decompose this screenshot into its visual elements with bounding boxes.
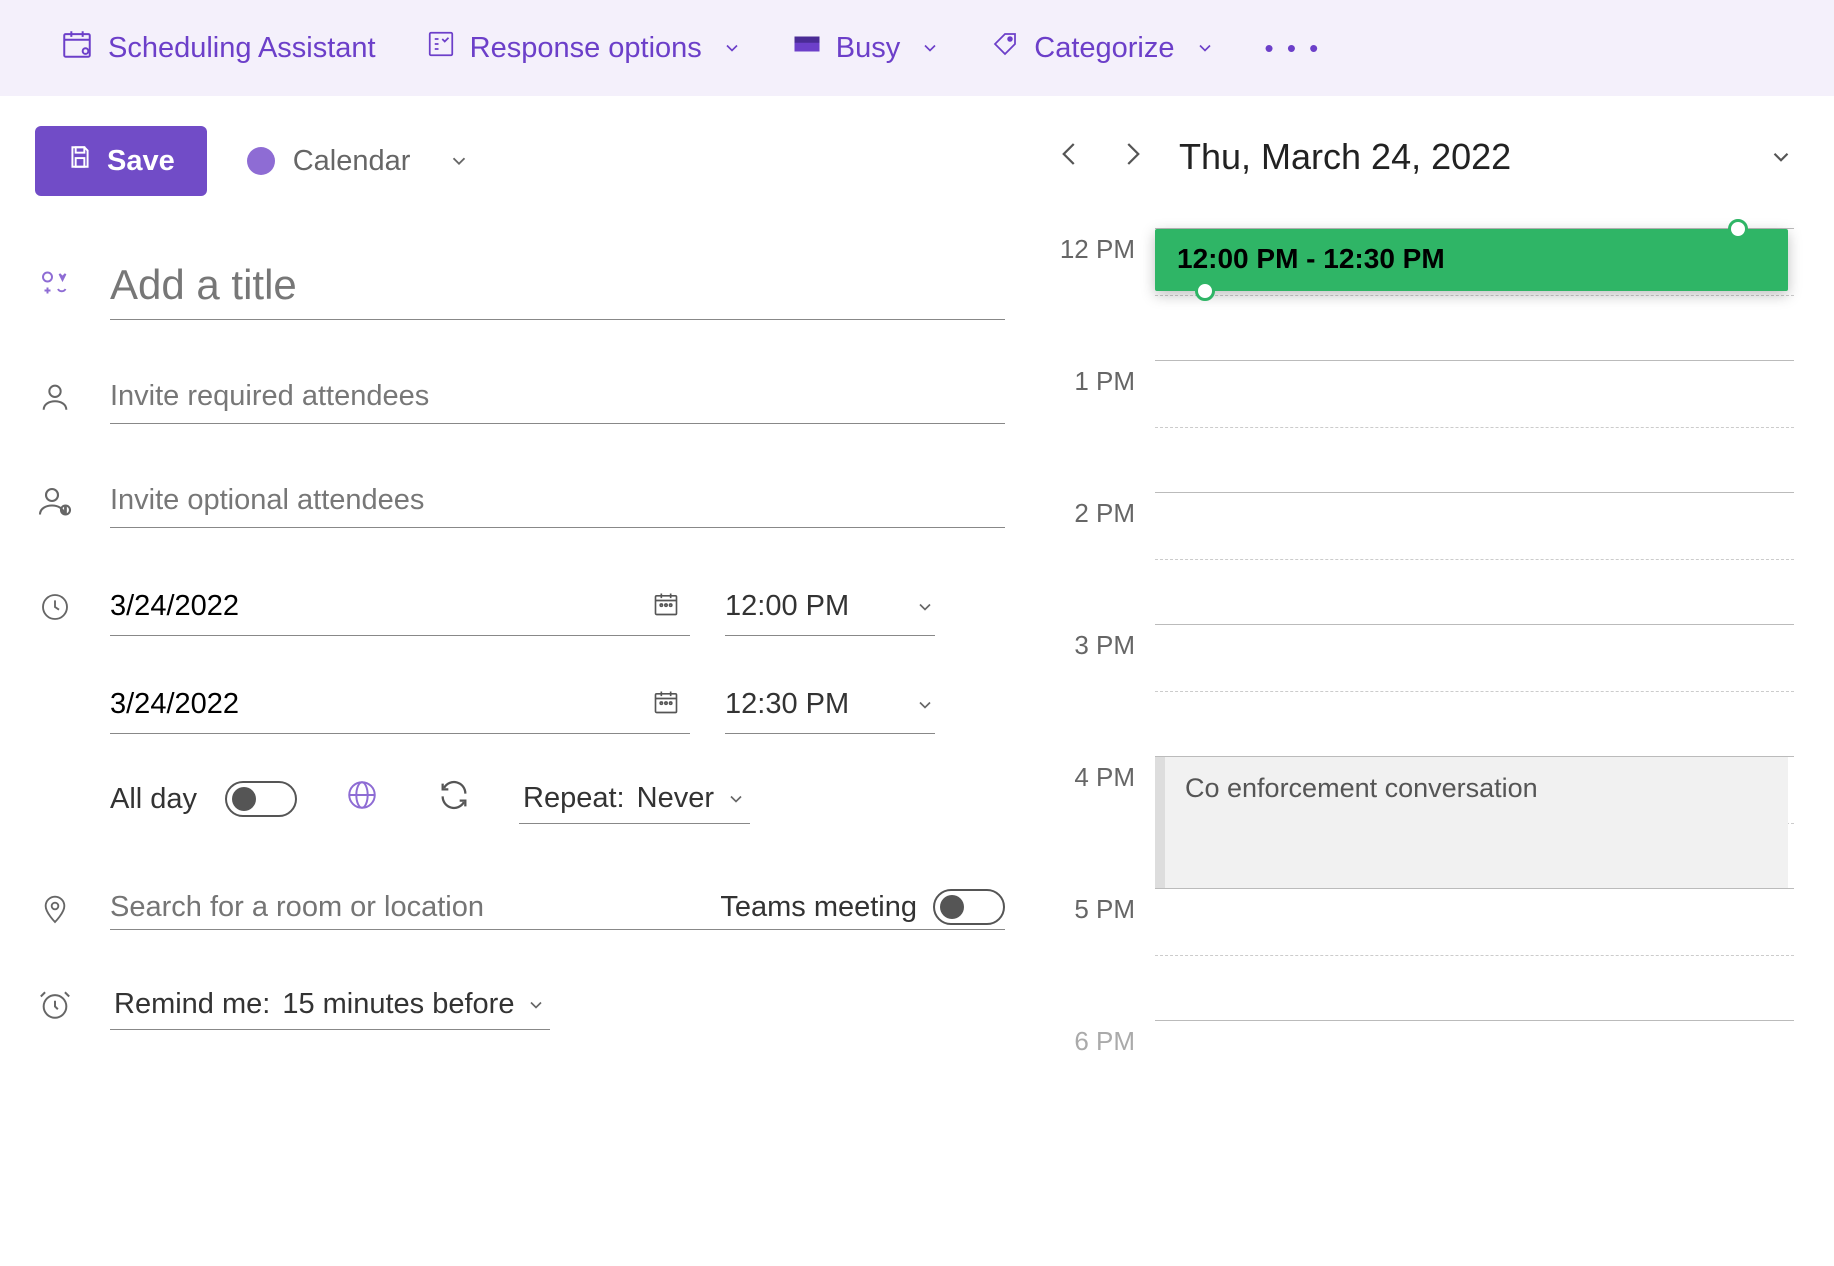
response-options-label: Response options [470,32,702,65]
repeat-value: Never [637,782,714,815]
top-toolbar: Scheduling Assistant Response options Bu… [0,0,1834,96]
location-input[interactable] [110,891,690,924]
person-optional-icon: i [35,483,75,519]
repeat-label: Repeat: [523,782,625,815]
chevron-down-icon [920,38,940,58]
location-icon [35,891,75,929]
resize-handle-bottom[interactable] [1195,281,1215,301]
time-grid[interactable]: 12 PM 12:00 PM - 12:30 PM 1 PM 2 PM [1055,228,1794,1060]
end-time-value: 12:30 PM [725,688,849,721]
all-day-label: All day [110,783,197,816]
chevron-down-icon [526,995,546,1015]
time-slot[interactable] [1155,624,1794,756]
end-date-field[interactable] [110,676,690,734]
all-day-toggle[interactable] [225,781,297,817]
emoji-icon[interactable] [35,268,75,304]
calendar-color-dot [247,147,275,175]
calendar-picker-icon[interactable] [652,590,680,623]
start-time-field[interactable]: 12:00 PM [725,578,935,636]
hour-label: 5 PM [1055,888,1155,1020]
teams-meeting-label: Teams meeting [720,891,917,924]
chevron-down-icon [915,597,935,617]
hour-label: 2 PM [1055,492,1155,624]
person-icon [35,380,75,414]
chevron-down-icon [915,695,935,715]
next-day-button[interactable] [1117,136,1149,178]
categorize-label: Categorize [1034,32,1174,65]
response-options-button[interactable]: Response options [426,29,742,67]
tag-icon [990,29,1020,67]
start-date-field[interactable] [110,578,690,636]
event-form: Save Calendar [35,126,1055,1266]
timezone-icon[interactable] [345,778,379,820]
start-time-value: 12:00 PM [725,590,849,623]
time-slot[interactable]: 12:00 PM - 12:30 PM [1155,228,1794,360]
start-date-input[interactable] [110,590,690,623]
time-slot[interactable] [1155,360,1794,492]
title-input[interactable] [110,251,1005,320]
chevron-down-icon [722,38,742,58]
end-date-input[interactable] [110,688,690,721]
clock-icon [35,591,75,623]
save-button[interactable]: Save [35,126,207,196]
scheduling-assistant-button[interactable]: Scheduling Assistant [60,27,376,69]
resize-handle-top[interactable] [1728,219,1748,239]
time-slot[interactable] [1155,888,1794,1020]
repeat-select[interactable]: Repeat: Never [519,774,750,824]
hour-label: 12 PM [1055,228,1155,360]
hour-label: 3 PM [1055,624,1155,756]
existing-event-title: Co enforcement conversation [1185,773,1538,803]
teams-meeting-toggle[interactable] [933,889,1005,925]
busy-status-icon [792,29,822,67]
time-slot[interactable] [1155,1020,1794,1060]
time-slot[interactable] [1155,492,1794,624]
existing-event-block[interactable]: Co enforcement conversation [1155,757,1788,888]
new-event-time-label: 12:00 PM - 12:30 PM [1177,243,1445,274]
save-label: Save [107,145,175,178]
busy-label: Busy [836,32,900,65]
checklist-icon [426,29,456,67]
chevron-down-icon [448,150,470,172]
calendar-person-icon [60,27,94,69]
prev-day-button[interactable] [1055,136,1087,178]
more-actions-button[interactable]: • • • [1265,33,1322,64]
optional-attendees-input[interactable] [110,474,1005,528]
reminder-icon [35,988,75,1022]
categorize-button[interactable]: Categorize [990,29,1214,67]
calendar-picker-icon[interactable] [652,688,680,721]
calendar-name-label: Calendar [293,145,411,178]
calendar-select[interactable]: Calendar [247,145,471,178]
show-as-button[interactable]: Busy [792,29,940,67]
hour-label: 6 PM [1055,1020,1155,1060]
required-attendees-input[interactable] [110,370,1005,424]
reminder-select[interactable]: Remind me: 15 minutes before [110,980,550,1030]
hour-label: 4 PM [1055,756,1155,888]
reminder-value: 15 minutes before [282,988,514,1021]
time-slot[interactable]: Co enforcement conversation [1155,756,1794,888]
new-event-block[interactable]: 12:00 PM - 12:30 PM [1155,229,1788,291]
end-time-field[interactable]: 12:30 PM [725,676,935,734]
scheduling-assistant-label: Scheduling Assistant [108,32,376,65]
hour-label: 1 PM [1055,360,1155,492]
chevron-down-icon [726,789,746,809]
recurrence-icon[interactable] [437,778,471,820]
reminder-label: Remind me: [114,988,270,1021]
preview-date-label: Thu, March 24, 2022 [1179,136,1738,178]
chevron-down-icon[interactable] [1768,144,1794,170]
save-icon [67,144,93,178]
chevron-down-icon [1195,38,1215,58]
day-preview-pane: Thu, March 24, 2022 12 PM 12:00 PM - 12:… [1055,126,1834,1266]
